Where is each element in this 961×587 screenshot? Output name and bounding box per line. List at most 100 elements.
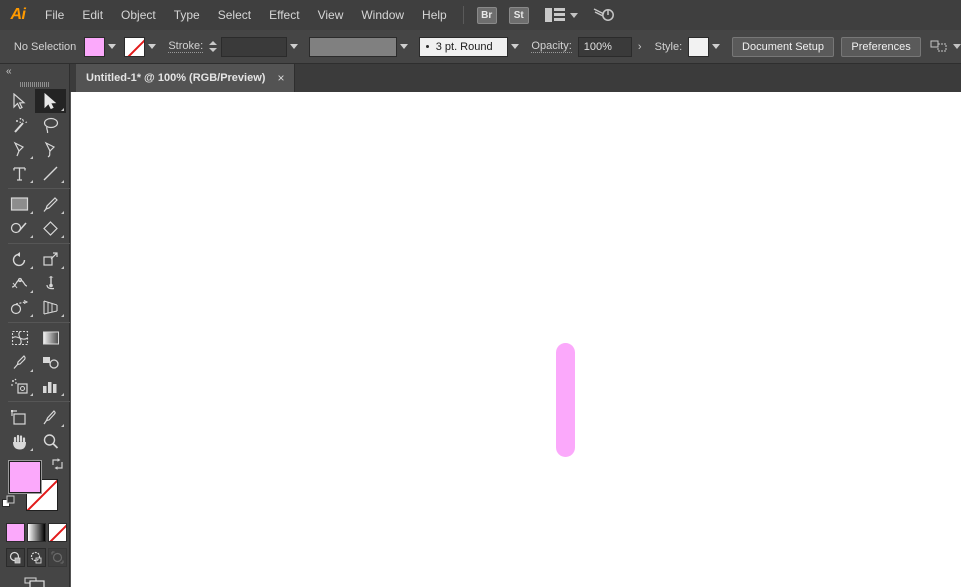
color-button[interactable]	[6, 523, 25, 542]
brush-stroke-path[interactable]	[556, 343, 575, 457]
tool-rectangle[interactable]	[4, 192, 35, 216]
tool-slice[interactable]	[35, 405, 66, 429]
arrange-documents-button[interactable]	[544, 8, 578, 22]
tool-eraser[interactable]	[35, 216, 66, 240]
tool-curvature[interactable]	[35, 137, 66, 161]
preferences-button[interactable]: Preferences	[841, 36, 921, 57]
workspace-switcher-button[interactable]	[592, 5, 616, 25]
fill-color-box[interactable]	[8, 460, 42, 494]
opacity-input[interactable]: 100%	[577, 36, 633, 57]
tool-artboard[interactable]	[4, 405, 35, 429]
variable-width-profile-input[interactable]	[308, 36, 398, 57]
bridge-button[interactable]: Br	[476, 6, 497, 24]
tool-shape-builder[interactable]	[4, 295, 35, 319]
menubar-divider	[462, 6, 464, 24]
brush-definition-chevron-down-icon[interactable]	[508, 37, 522, 57]
tool-divider	[8, 188, 70, 189]
tool-more-indicator-icon	[30, 314, 33, 317]
tool-more-indicator-icon	[30, 211, 33, 214]
menu-help[interactable]: Help	[413, 0, 456, 30]
stroke-weight-chevron-down-icon[interactable]	[287, 37, 301, 57]
tool-more-indicator-icon	[30, 235, 33, 238]
tool-column-graph[interactable]	[35, 374, 66, 398]
document-setup-button[interactable]: Document Setup	[732, 36, 834, 57]
tool-mesh[interactable]	[4, 326, 35, 350]
menu-window[interactable]: Window	[352, 0, 413, 30]
tool-type[interactable]	[4, 161, 35, 185]
menu-file[interactable]: File	[36, 0, 73, 30]
tool-lasso[interactable]	[35, 113, 66, 137]
graphic-style-chevron-down-icon[interactable]	[709, 37, 723, 57]
tool-pen[interactable]	[4, 137, 35, 161]
tool-selection[interactable]	[4, 89, 35, 113]
collapse-panel-button[interactable]: «	[0, 64, 69, 79]
tool-paintbrush[interactable]	[35, 192, 66, 216]
align-chevron-down-icon	[953, 44, 961, 49]
tool-zoom[interactable]	[35, 429, 66, 453]
tool-symbol-sprayer[interactable]	[4, 374, 35, 398]
draw-inside-button[interactable]	[48, 548, 67, 567]
width-profile-chevron-down-icon[interactable]	[397, 37, 411, 57]
opacity-options-button[interactable]: ›	[632, 37, 647, 57]
stroke-dropdown-chevron-down-icon[interactable]	[145, 37, 159, 57]
swap-arrows-icon	[52, 458, 63, 470]
draw-normal-icon	[9, 551, 21, 564]
menu-object[interactable]: Object	[112, 0, 165, 30]
tool-rotate[interactable]	[4, 247, 35, 271]
tool-divider	[8, 322, 70, 323]
app-logo: Ai	[10, 6, 27, 23]
align-transform-icon	[930, 40, 947, 51]
stock-button[interactable]: St	[508, 6, 529, 24]
stroke-color-swatch[interactable]	[124, 36, 146, 57]
menu-bar: Ai File Edit Object Type Select Effect V…	[0, 0, 961, 30]
fill-stroke-controls	[0, 457, 70, 519]
brush-bullet-icon	[425, 45, 429, 48]
fill-color-swatch[interactable]	[84, 36, 105, 57]
swap-fill-stroke-button[interactable]	[50, 457, 66, 473]
menu-effect[interactable]: Effect	[260, 0, 308, 30]
document-tab[interactable]: Untitled-1* @ 100% (RGB/Preview) ×	[76, 64, 296, 92]
tool-eyedropper[interactable]	[4, 350, 35, 374]
tool-width[interactable]	[4, 271, 35, 295]
fill-dropdown-chevron-down-icon[interactable]	[105, 37, 119, 57]
tool-more-indicator-icon	[61, 266, 64, 269]
canvas-artboard-area[interactable]	[71, 92, 961, 587]
tools-panel: «	[0, 64, 70, 587]
tool-scale[interactable]	[35, 247, 66, 271]
close-icon[interactable]: ×	[277, 72, 284, 84]
screen-mode-icon	[23, 577, 45, 587]
default-fill-stroke-button[interactable]	[2, 495, 16, 509]
tool-free-transform[interactable]	[35, 271, 66, 295]
panel-drag-handle[interactable]	[0, 79, 69, 89]
tool-direct-selection[interactable]	[35, 89, 66, 113]
none-button[interactable]	[48, 523, 67, 542]
change-screen-mode-button[interactable]	[20, 577, 50, 587]
document-tab-bar: Untitled-1* @ 100% (RGB/Preview) ×	[70, 64, 961, 92]
tool-hand[interactable]	[4, 429, 35, 453]
stroke-weight-stepper[interactable]	[208, 37, 218, 57]
draw-inside-icon	[51, 551, 64, 564]
gradient-button[interactable]	[27, 523, 46, 542]
menu-select[interactable]: Select	[209, 0, 260, 30]
menu-edit[interactable]: Edit	[73, 0, 112, 30]
menu-view[interactable]: View	[309, 0, 353, 30]
align-options-button[interactable]	[930, 39, 961, 55]
graphic-style-swatch[interactable]	[688, 36, 709, 57]
selection-status: No Selection	[13, 40, 77, 53]
draw-normal-button[interactable]	[6, 548, 25, 567]
tool-gradient[interactable]	[35, 326, 66, 350]
tool-shaper[interactable]	[4, 216, 35, 240]
stroke-weight-input[interactable]	[221, 36, 288, 57]
tool-blend[interactable]	[35, 350, 66, 374]
tool-magic-wand[interactable]	[4, 113, 35, 137]
opacity-label: Opacity:	[531, 40, 572, 53]
menu-type[interactable]: Type	[165, 0, 209, 30]
stroke-weight-label: Stroke:	[168, 40, 204, 53]
draw-behind-button[interactable]	[27, 548, 46, 567]
brush-definition-input[interactable]: 3 pt. Round	[418, 36, 509, 57]
illustrator-window: Ai File Edit Object Type Select Effect V…	[0, 0, 961, 587]
tool-more-indicator-icon	[61, 108, 64, 111]
tool-perspective-grid[interactable]	[35, 295, 66, 319]
tool-more-indicator-icon	[61, 393, 64, 396]
tool-line-segment[interactable]	[35, 161, 66, 185]
